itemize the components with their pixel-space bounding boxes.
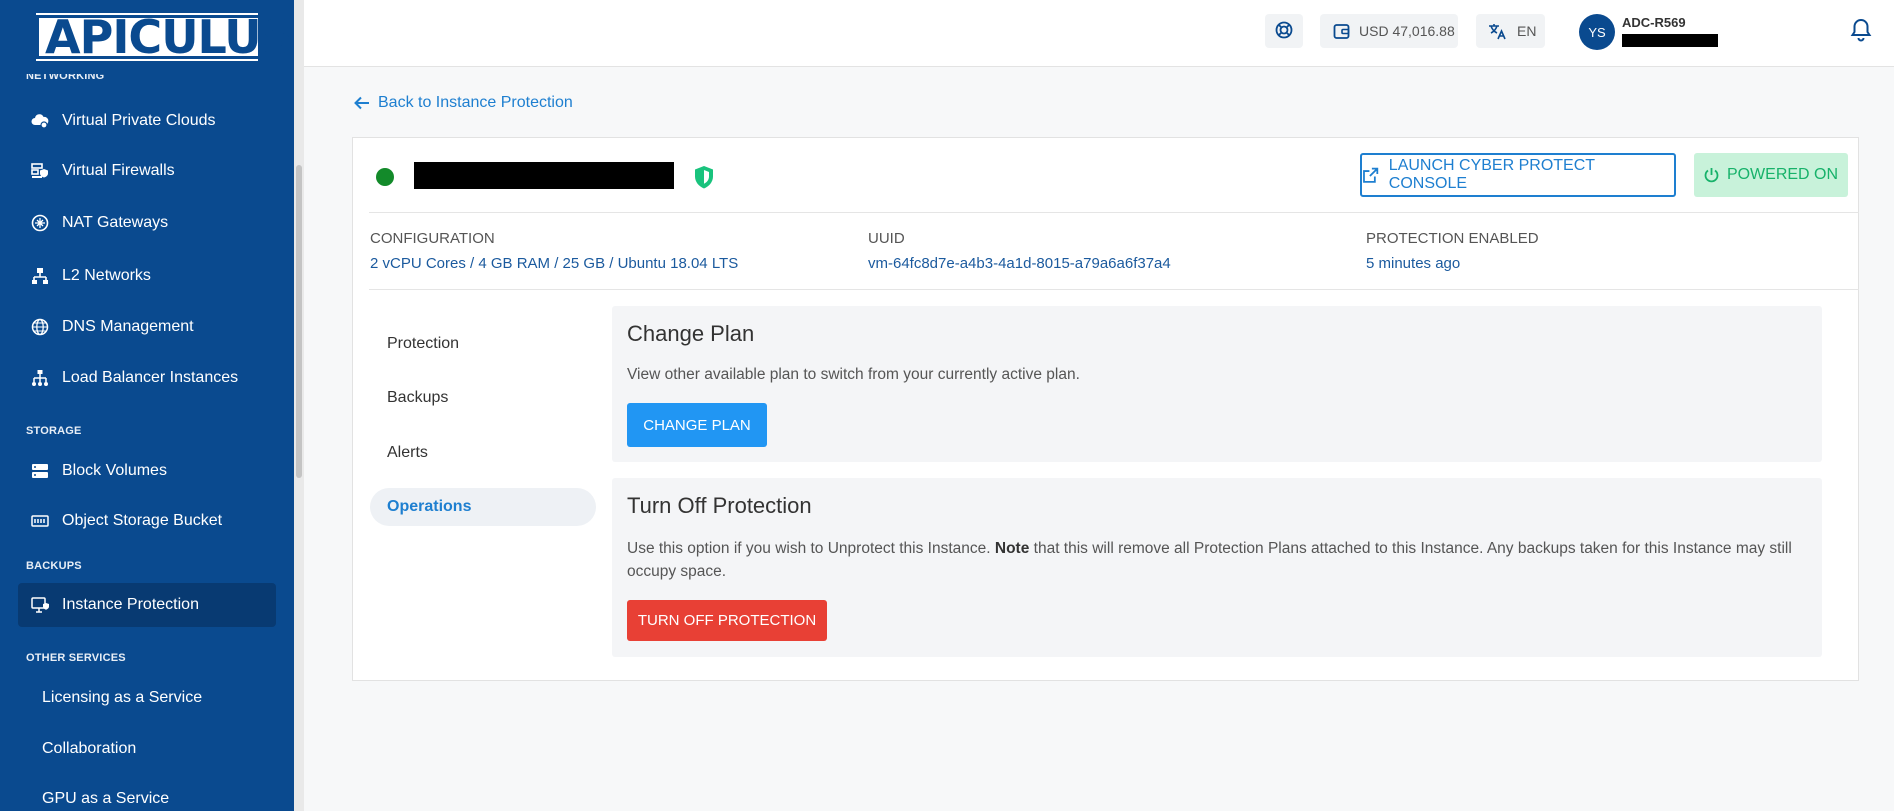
sidebar-section-other-services: OTHER SERVICES <box>26 652 126 664</box>
network-tree-icon <box>30 266 50 286</box>
language-code: EN <box>1517 23 1537 39</box>
configuration-label: CONFIGURATION <box>370 230 495 247</box>
translate-icon <box>1488 23 1507 40</box>
launch-button-label: LAUNCH CYBER PROTECT CONSOLE <box>1388 157 1595 192</box>
sidebar-section-networking: NETWORKING <box>26 73 105 82</box>
wallet-icon <box>1333 23 1350 40</box>
power-status-button[interactable]: POWERED ON <box>1694 153 1848 197</box>
sidebar-item-instance-protection[interactable]: Instance Protection <box>18 583 276 627</box>
sidebar: NETWORKING Virtual Private Clouds Virtua… <box>0 0 294 811</box>
arrow-left-icon <box>354 96 369 110</box>
firewall-icon <box>30 161 50 181</box>
desc-note: Note <box>994 540 1030 557</box>
turn-off-protection-title: Turn Off Protection <box>627 493 812 518</box>
uuid-value: vm-64fc8d7e-a4b3-4a1d-8015-a79a6a6f37a4 <box>868 255 1171 272</box>
load-balancer-icon <box>30 368 50 388</box>
sidebar-scroll-thumb[interactable] <box>296 165 302 478</box>
block-volume-icon <box>30 461 50 481</box>
desc-text: Use this option if you wish to Unprotect… <box>627 540 995 557</box>
sidebar-section-storage: STORAGE <box>26 425 82 437</box>
back-to-instance-protection-link[interactable]: Back to Instance Protection <box>354 94 573 112</box>
redacted-instance-name <box>414 162 674 189</box>
divider <box>369 212 1859 213</box>
sidebar-item-label: DNS Management <box>62 318 194 335</box>
launch-cyber-protect-console-button[interactable]: LAUNCH CYBER PROTECT CONSOLE <box>1360 153 1676 197</box>
change-plan-button[interactable]: CHANGE PLAN <box>627 403 767 447</box>
turn-off-protection-button[interactable]: TURN OFF PROTECTION <box>627 600 827 641</box>
sidebar-item-gpu-as-a-service[interactable]: GPU as a Service <box>18 777 276 811</box>
sidebar-item-object-storage-bucket[interactable]: Object Storage Bucket <box>18 499 276 543</box>
sidebar-item-load-balancer-instances[interactable]: Load Balancer Instances <box>18 356 276 400</box>
cloud-network-icon <box>30 111 50 131</box>
bucket-icon <box>30 511 50 531</box>
wallet-balance-button[interactable]: USD 47,016.88 <box>1320 14 1458 48</box>
sidebar-item-collaboration[interactable]: Collaboration <box>18 727 276 771</box>
sidebar-item-virtual-firewalls[interactable]: Virtual Firewalls <box>18 149 276 193</box>
sidebar-item-label: Virtual Private Clouds <box>62 112 216 129</box>
instance-card: LAUNCH CYBER PROTECT CONSOLE POWERED ON … <box>352 137 1859 681</box>
tab-backups[interactable]: Backups <box>370 379 596 417</box>
nat-gateway-icon <box>30 213 50 233</box>
wallet-balance: USD 47,016.88 <box>1359 23 1455 39</box>
sidebar-item-label: Collaboration <box>42 740 137 757</box>
sidebar-item-l2-networks[interactable]: L2 Networks <box>18 254 276 298</box>
sidebar-item-label: Object Storage Bucket <box>62 512 223 529</box>
divider <box>369 289 1859 290</box>
sidebar-item-label: GPU as a Service <box>42 790 170 807</box>
turn-off-protection-panel: Turn Off Protection Use this option if y… <box>612 478 1822 657</box>
sidebar-item-licensing[interactable]: Licensing as a Service <box>18 676 276 720</box>
sidebar-section-backups: BACKUPS <box>26 560 82 572</box>
sidebar-item-label: NAT Gateways <box>62 214 169 231</box>
power-icon <box>1704 168 1719 183</box>
account-name[interactable]: ADC-R569 <box>1622 15 1686 30</box>
sidebar-item-label: Virtual Firewalls <box>62 162 175 179</box>
sidebar-item-block-volumes[interactable]: Block Volumes <box>18 449 276 493</box>
protection-enabled-label: PROTECTION ENABLED <box>1366 230 1539 247</box>
support-button[interactable] <box>1265 14 1303 48</box>
tab-alerts[interactable]: Alerts <box>370 434 596 472</box>
tab-operations[interactable]: Operations <box>370 488 596 526</box>
power-status-label: POWERED ON <box>1726 166 1839 183</box>
bell-icon[interactable] <box>1850 18 1872 47</box>
change-plan-title: Change Plan <box>627 321 755 346</box>
back-link-label: Back to Instance Protection <box>378 94 573 111</box>
sidebar-item-label: Licensing as a Service <box>42 689 203 706</box>
avatar[interactable]: YS <box>1579 14 1615 50</box>
sidebar-item-label: L2 Networks <box>62 267 151 284</box>
change-plan-panel: Change Plan View other available plan to… <box>612 306 1822 462</box>
protection-enabled-value: 5 minutes ago <box>1366 255 1461 272</box>
shield-protected-icon <box>693 165 715 195</box>
status-indicator <box>376 168 394 186</box>
apiculus-logo[interactable]: APICULUS <box>36 13 294 61</box>
turn-off-protection-description: Use this option if you wish to Unprotect… <box>627 537 1807 583</box>
lifebuoy-icon <box>1275 21 1293 42</box>
sidebar-item-virtual-private-clouds[interactable]: Virtual Private Clouds <box>18 99 276 143</box>
sidebar-item-label: Instance Protection <box>62 596 199 613</box>
sidebar-item-nat-gateways[interactable]: NAT Gateways <box>18 201 276 245</box>
redacted-account-detail <box>1622 34 1718 47</box>
configuration-value: 2 vCPU Cores / 4 GB RAM / 25 GB / Ubuntu… <box>370 255 739 272</box>
sidebar-item-label: Block Volumes <box>62 462 167 479</box>
sidebar-item-dns-management[interactable]: DNS Management <box>18 305 276 349</box>
change-plan-description: View other available plan to switch from… <box>627 366 1080 383</box>
language-selector[interactable]: EN <box>1476 14 1545 48</box>
globe-icon <box>30 317 50 337</box>
tab-protection[interactable]: Protection <box>370 325 596 363</box>
sidebar-item-label: Load Balancer Instances <box>62 369 239 386</box>
logo-area: APICULUS <box>0 0 294 74</box>
external-link-icon <box>1363 167 1379 183</box>
monitor-shield-icon <box>30 595 50 615</box>
uuid-label: UUID <box>868 230 905 247</box>
